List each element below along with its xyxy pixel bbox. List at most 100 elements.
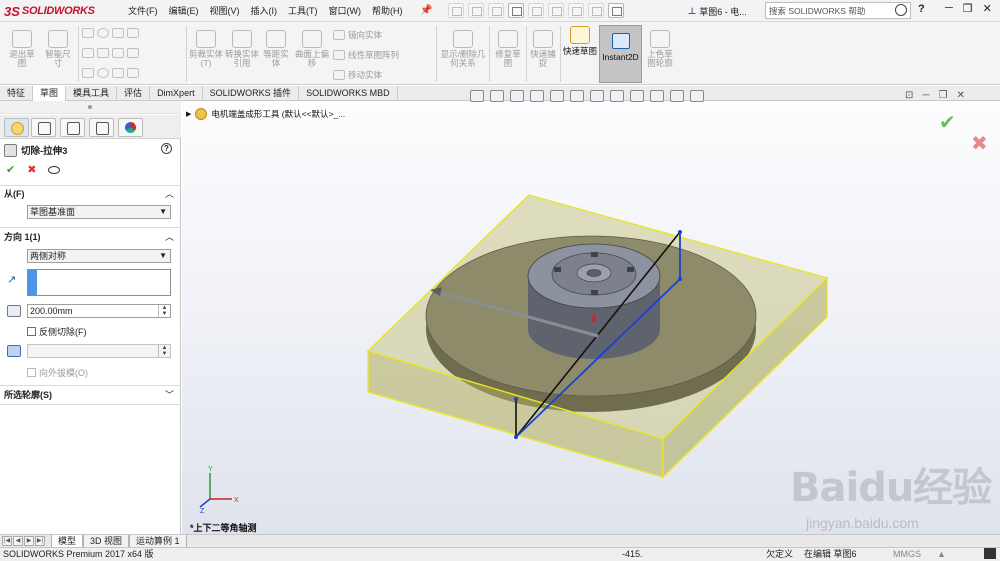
display-pane-icon[interactable] — [690, 90, 704, 102]
quick-snaps-button[interactable]: 快速捕捉 — [528, 30, 558, 68]
view-settings-icon[interactable] — [670, 90, 684, 102]
draft-outward-checkbox[interactable] — [27, 368, 36, 377]
rebuild-icon[interactable] — [568, 3, 584, 18]
zoom-to-fit-icon[interactable] — [470, 90, 484, 102]
hide-show-items-icon[interactable] — [610, 90, 624, 102]
quick-tips-icon[interactable] — [984, 548, 996, 559]
apply-scene-icon[interactable] — [650, 90, 664, 102]
ok-button[interactable]: ✔ — [6, 163, 15, 176]
menu-insert[interactable]: 插入(I) — [251, 4, 278, 17]
offset-on-surface-button[interactable]: 曲面上偏移 — [295, 30, 329, 68]
flip-side-checkbox-row[interactable]: 反侧切除(F) — [27, 325, 87, 338]
minimize-icon[interactable]: ─ — [922, 90, 929, 101]
depth-field[interactable]: 200.00mm ▲ ▼ — [27, 304, 171, 318]
file-properties-icon[interactable] — [588, 3, 604, 18]
minimize-icon[interactable]: ─ — [945, 2, 953, 15]
solidworks-logo[interactable]: 3S SOLIDWORKS — [4, 3, 95, 19]
confirm-cancel-icon[interactable]: ✖ — [971, 131, 988, 156]
pin-menu-icon[interactable]: 📌 — [420, 5, 432, 16]
convert-entities-button[interactable]: 转换实体引用 — [225, 30, 259, 68]
tab-mold-tools[interactable]: 模具工具 — [66, 86, 118, 101]
display-style-icon[interactable] — [590, 90, 604, 102]
print-icon[interactable] — [508, 3, 524, 18]
tab-3d-views[interactable]: 3D 视图 — [83, 534, 130, 548]
edit-appearance-icon[interactable] — [630, 90, 644, 102]
open-icon[interactable] — [468, 3, 484, 18]
menu-view[interactable]: 视图(V) — [210, 4, 240, 17]
move-entities-button[interactable]: 移动实体 — [333, 69, 382, 81]
tab-mbd[interactable]: SOLIDWORKS MBD — [299, 86, 398, 101]
cancel-button[interactable]: ✖ — [27, 163, 36, 176]
direction-arrow-icon[interactable]: ↗ — [7, 273, 21, 286]
dimxpertmanager-tab-icon[interactable] — [89, 118, 114, 137]
confirm-ok-icon[interactable]: ✔ — [939, 110, 956, 135]
direction-selection-box[interactable] — [27, 269, 171, 296]
help-button[interactable]: ? — [918, 3, 925, 15]
help-search-input[interactable]: 搜索 SOLIDWORKS 帮助 — [765, 2, 911, 19]
tab-dimxpert[interactable]: DimXpert — [150, 86, 203, 101]
rectangle-tool[interactable] — [82, 48, 139, 58]
shaded-sketch-button[interactable]: 上色草图轮廓 — [644, 30, 676, 68]
panel-grip[interactable] — [0, 101, 181, 114]
tab-addins[interactable]: SOLIDWORKS 插件 — [203, 86, 300, 101]
smart-dimension-button[interactable]: 智能尺寸 — [42, 30, 74, 68]
sketch-point[interactable] — [514, 397, 518, 401]
flip-side-checkbox[interactable] — [27, 327, 36, 336]
help-icon[interactable]: ? — [161, 143, 172, 154]
close-icon[interactable]: ✕ — [956, 90, 964, 101]
mirror-entities-button[interactable]: 镜向实体 — [333, 29, 382, 41]
sketch-point[interactable] — [678, 277, 682, 281]
save-icon[interactable] — [488, 3, 504, 18]
tab-model[interactable]: 模型 — [51, 534, 84, 548]
rapid-sketch-button[interactable]: 快速草图 — [563, 24, 597, 82]
preview-eye-icon[interactable] — [48, 165, 61, 174]
end-condition-combo[interactable]: 两侧对称 ▼ — [27, 249, 171, 263]
unit-menu-icon[interactable]: ▲ — [937, 548, 946, 561]
displaymanager-tab-icon[interactable] — [118, 118, 143, 137]
new-icon[interactable] — [448, 3, 464, 18]
configurationmanager-tab-icon[interactable] — [60, 118, 85, 137]
draft-icon[interactable] — [7, 345, 21, 357]
dynamic-annotation-icon[interactable] — [550, 90, 564, 102]
sketch-point[interactable] — [514, 435, 518, 439]
spin-arrows-icon[interactable]: ▲ ▼ — [158, 305, 170, 317]
line-tool[interactable] — [82, 28, 139, 38]
sketch-point[interactable] — [678, 230, 682, 234]
scroll-last-icon[interactable]: ▶| — [35, 536, 45, 546]
repair-sketch-button[interactable]: 修复草图 — [492, 30, 524, 68]
scroll-first-icon[interactable]: |◀ — [2, 536, 12, 546]
menu-file[interactable]: 文件(F) — [128, 4, 158, 17]
spin-arrows-icon[interactable]: ▲ ▼ — [158, 345, 170, 357]
previous-view-icon[interactable] — [510, 90, 524, 102]
close-icon[interactable]: ✕ — [983, 2, 992, 15]
offset-entities-button[interactable]: 等距实体 — [261, 30, 291, 68]
tab-features[interactable]: 特征 — [0, 86, 34, 101]
scroll-prev-icon[interactable]: ◀ — [13, 536, 23, 546]
tab-sketch[interactable]: 草图 — [33, 86, 67, 101]
view-orientation-icon[interactable] — [570, 90, 584, 102]
from-section-header[interactable]: 从(F) ︿ — [0, 187, 181, 202]
section-view-icon[interactable] — [530, 90, 544, 102]
exit-sketch-button[interactable]: 退出草图 — [6, 30, 38, 68]
slot-tool[interactable] — [82, 68, 139, 78]
from-combo[interactable]: 草图基准面 ▼ — [27, 205, 171, 219]
collapse-chevron-icon[interactable]: ︿ — [165, 230, 174, 245]
select-icon[interactable] — [548, 3, 564, 18]
display-delete-relations-button[interactable]: 显示/删除几何关系 — [440, 30, 486, 68]
instant2d-button[interactable]: Instant2D — [599, 25, 642, 83]
direction1-section-header[interactable]: 方向 1(1) ︿ — [0, 230, 181, 245]
options-gear-icon[interactable] — [608, 3, 624, 18]
draft-angle-field[interactable]: ▲ ▼ — [27, 344, 171, 358]
zoom-area-icon[interactable] — [490, 90, 504, 102]
collapse-chevron-icon[interactable]: ︿ — [165, 187, 174, 202]
trim-entities-button[interactable]: 剪裁实体(T) — [189, 30, 223, 68]
expand-chevron-icon[interactable]: ﹀ — [165, 388, 174, 403]
menu-window[interactable]: 窗口(W) — [329, 4, 362, 17]
restore-icon[interactable]: ❐ — [938, 90, 947, 101]
tab-motion-study[interactable]: 运动算例 1 — [129, 534, 187, 548]
undo-icon[interactable] — [528, 3, 544, 18]
propertymanager-tab-icon[interactable] — [31, 118, 56, 137]
draft-outward-checkbox-row[interactable]: 向外拔模(O) — [27, 366, 88, 379]
tab-evaluate[interactable]: 评估 — [117, 86, 151, 101]
scroll-next-icon[interactable]: ▶ — [24, 536, 34, 546]
